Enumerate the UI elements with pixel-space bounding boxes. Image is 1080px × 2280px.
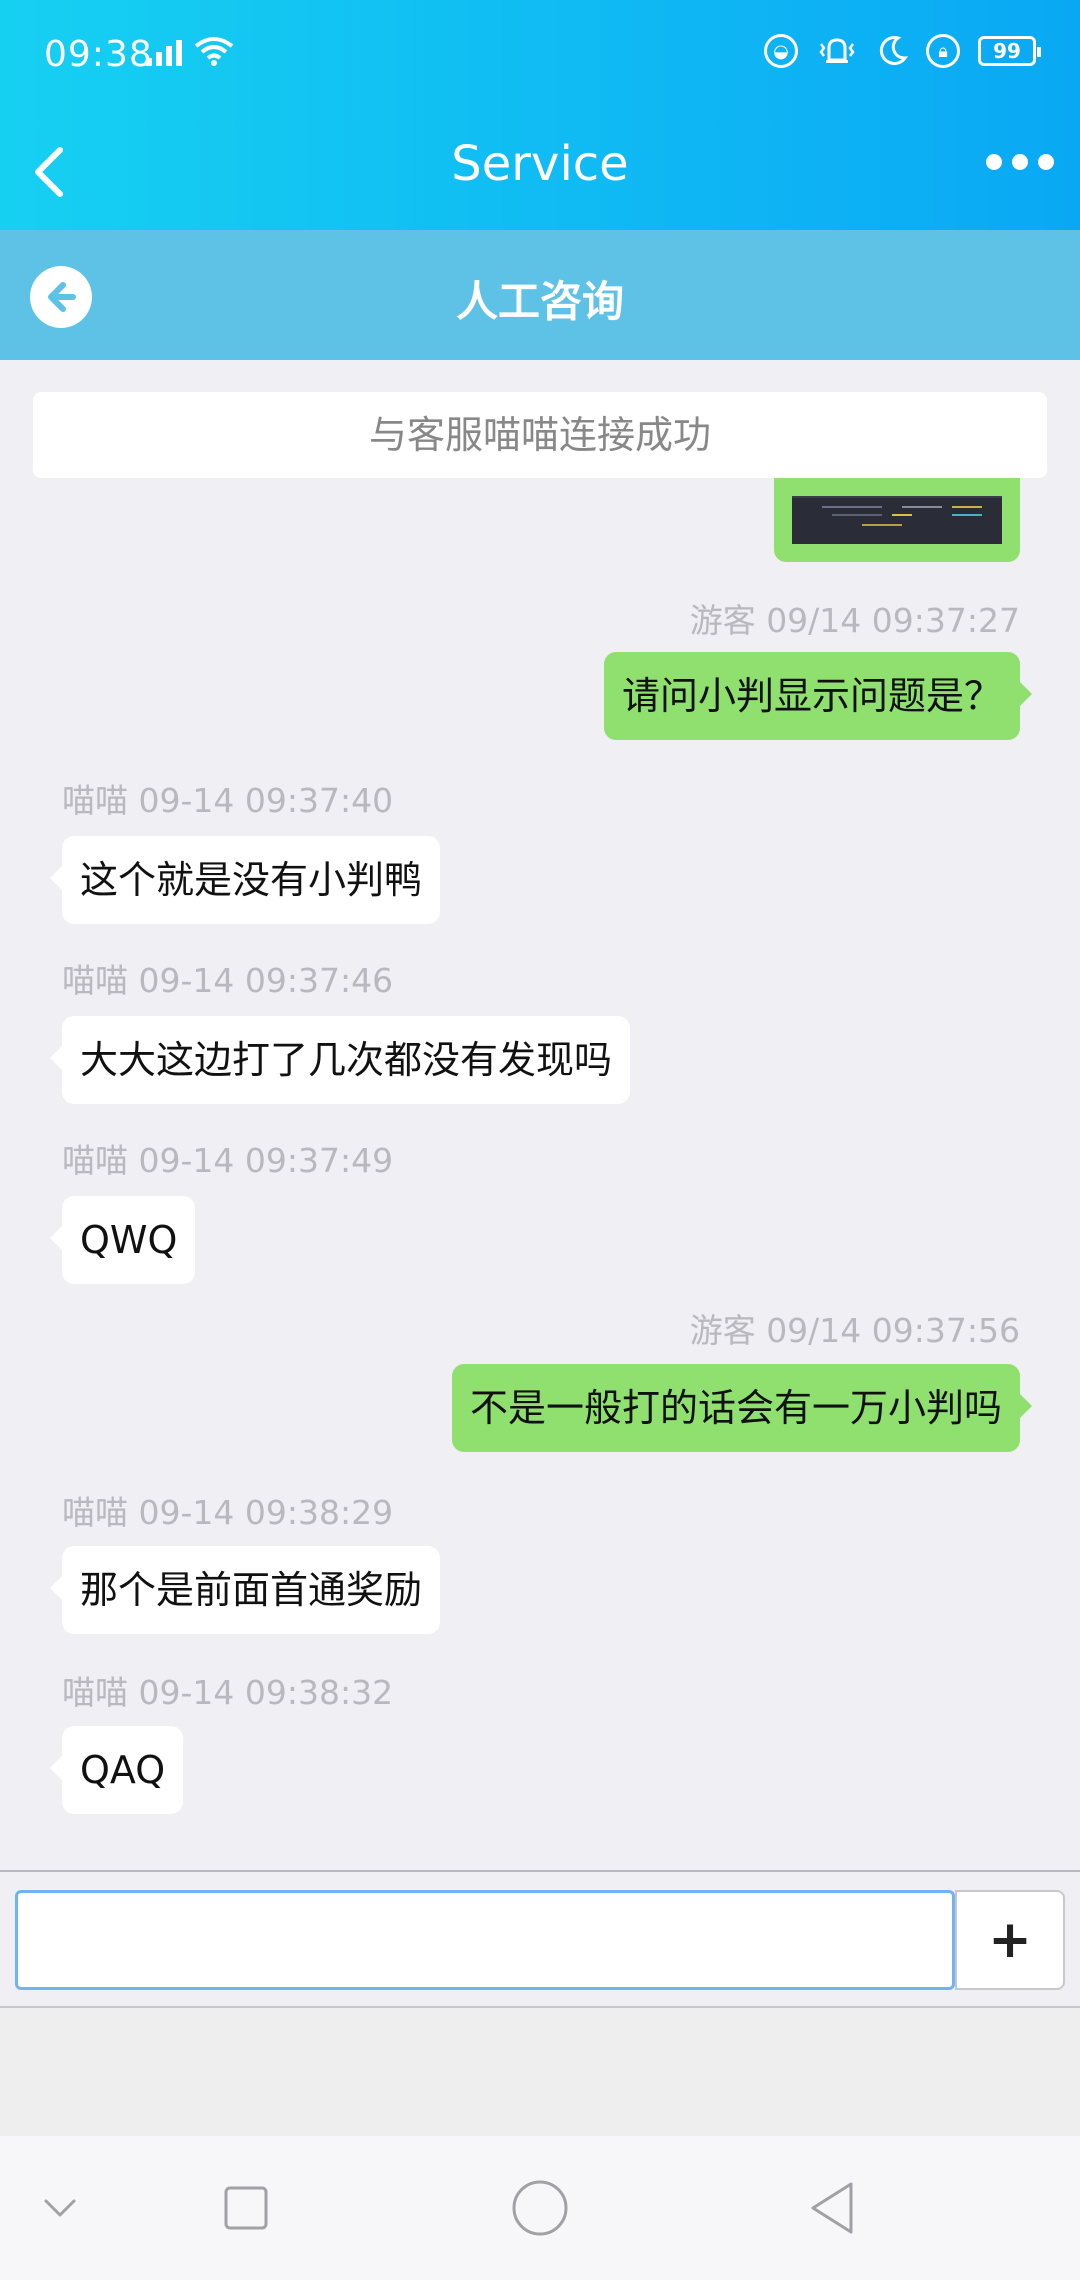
message-bubble-sent[interactable]: 不是一般打的话会有一万小判吗 bbox=[451, 1364, 1033, 1452]
data-saver-icon: ◒ bbox=[764, 34, 798, 68]
back-triangle-icon bbox=[811, 2182, 853, 2234]
chat-subheader: 人工咨询 bbox=[0, 230, 1080, 360]
message-bubble-received[interactable]: 这个就是没有小判鸭 bbox=[49, 836, 441, 924]
app-header: Service bbox=[0, 110, 1080, 230]
message-timestamp: 喵喵 09-14 09:38:29 bbox=[62, 1493, 394, 1532]
message-bubble-received[interactable]: 那个是前面首通奖励 bbox=[49, 1546, 441, 1634]
recents-button[interactable] bbox=[214, 2176, 278, 2240]
chat-title: 人工咨询 bbox=[455, 277, 624, 326]
vibrate-icon bbox=[819, 38, 855, 63]
chat-area[interactable]: 游客 09/14 09:37:27 请问小判显示问题是？ 喵喵 09-14 09… bbox=[0, 478, 1080, 1870]
page-title: Service bbox=[451, 136, 629, 192]
chevron-down-icon bbox=[44, 2199, 76, 2217]
message-bubble-received[interactable]: QAQ bbox=[49, 1726, 184, 1814]
more-button[interactable] bbox=[986, 154, 1054, 170]
image-message[interactable] bbox=[774, 478, 1020, 562]
add-attachment-button[interactable]: + bbox=[955, 1890, 1065, 1990]
system-nav-bar bbox=[0, 2136, 1080, 2280]
message-timestamp: 喵喵 09-14 09:38:32 bbox=[62, 1673, 394, 1712]
status-left-icons bbox=[146, 36, 234, 66]
message-bubble-received[interactable]: 大大这边打了几次都没有发现吗 bbox=[49, 1016, 631, 1104]
circle-arrow-left-icon bbox=[48, 282, 76, 312]
recents-square-icon bbox=[224, 2186, 268, 2230]
battery-icon: 99 bbox=[978, 36, 1041, 66]
message-timestamp: 喵喵 09-14 09:37:46 bbox=[62, 961, 394, 1000]
connection-notice: 与客服喵喵连接成功 bbox=[33, 392, 1047, 478]
hide-nav-button[interactable] bbox=[28, 2176, 92, 2240]
message-bubble-sent[interactable]: 请问小判显示问题是？ bbox=[603, 652, 1033, 740]
home-button[interactable] bbox=[508, 2176, 572, 2240]
status-time: 09:38 bbox=[44, 34, 153, 75]
image-thumbnail bbox=[792, 496, 1002, 544]
signal-icon bbox=[146, 36, 182, 66]
message-timestamp: 喵喵 09-14 09:37:40 bbox=[62, 781, 394, 820]
message-timestamp: 游客 09/14 09:37:27 bbox=[689, 601, 1020, 640]
moon-icon bbox=[879, 36, 908, 65]
message-bubble-received[interactable]: QWQ bbox=[49, 1196, 196, 1284]
wifi-icon bbox=[194, 37, 234, 66]
status-bar: 09:38 ◒ 🔒︎ 99 bbox=[0, 0, 1080, 110]
message-input[interactable] bbox=[15, 1890, 955, 1990]
message-timestamp: 喵喵 09-14 09:37:49 bbox=[62, 1141, 394, 1180]
more-dot bbox=[1012, 154, 1028, 170]
message-timestamp: 游客 09/14 09:37:56 bbox=[689, 1311, 1020, 1350]
status-right-icons: ◒ 🔒︎ 99 bbox=[764, 34, 1041, 68]
lock-rotation-icon: 🔒︎ bbox=[926, 34, 960, 68]
keyboard-placeholder-area bbox=[0, 2008, 1080, 2136]
back-nav-button[interactable] bbox=[800, 2176, 864, 2240]
home-circle-icon bbox=[512, 2180, 568, 2236]
more-dots-icon bbox=[986, 154, 1002, 170]
chat-back-button[interactable] bbox=[30, 266, 92, 328]
message-input-bar: + bbox=[0, 1870, 1080, 2008]
more-dot bbox=[1038, 154, 1054, 170]
